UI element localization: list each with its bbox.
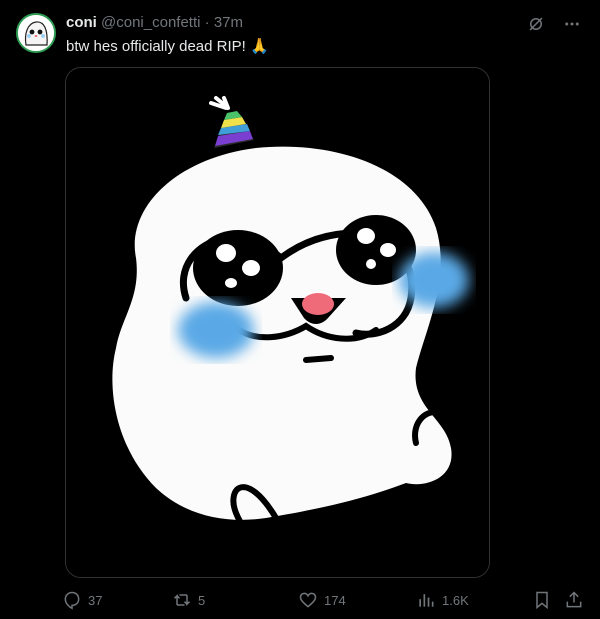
user-handle[interactable]: @coni_confetti — [101, 14, 200, 31]
post-header: coni @coni_confetti · 37m — [66, 14, 243, 32]
views-count: 1.6K — [442, 592, 469, 608]
like-button[interactable]: 174 — [298, 590, 346, 610]
post-image[interactable] — [65, 67, 490, 578]
avatar-ghost-image — [18, 15, 54, 51]
grok-icon[interactable] — [526, 14, 546, 34]
ghost-illustration — [66, 68, 489, 577]
post-top-actions — [526, 14, 582, 34]
post-timestamp[interactable]: 37m — [214, 14, 243, 31]
bookmark-icon — [536, 591, 548, 610]
repost-icon — [173, 594, 191, 606]
reply-icon — [64, 591, 80, 610]
like-icon — [299, 592, 317, 608]
display-name[interactable]: coni — [66, 14, 97, 31]
more-icon[interactable] — [562, 14, 582, 34]
avatar[interactable] — [16, 13, 56, 53]
reply-button[interactable]: 37 — [62, 590, 102, 610]
repost-count: 5 — [198, 592, 206, 608]
separator: · — [204, 14, 210, 31]
share-icon — [566, 591, 582, 608]
post-actions: 37 5 174 1.6K — [62, 590, 590, 614]
like-count: 174 — [324, 592, 346, 608]
views-button[interactable]: 1.6K — [416, 590, 469, 610]
share-button[interactable] — [564, 590, 584, 610]
views-icon — [419, 594, 434, 607]
reply-count: 37 — [88, 592, 103, 608]
post-text: btw hes officially dead RIP! 🙏 — [66, 38, 269, 55]
bookmark-button[interactable] — [532, 590, 552, 610]
repost-button[interactable]: 5 — [172, 590, 205, 610]
